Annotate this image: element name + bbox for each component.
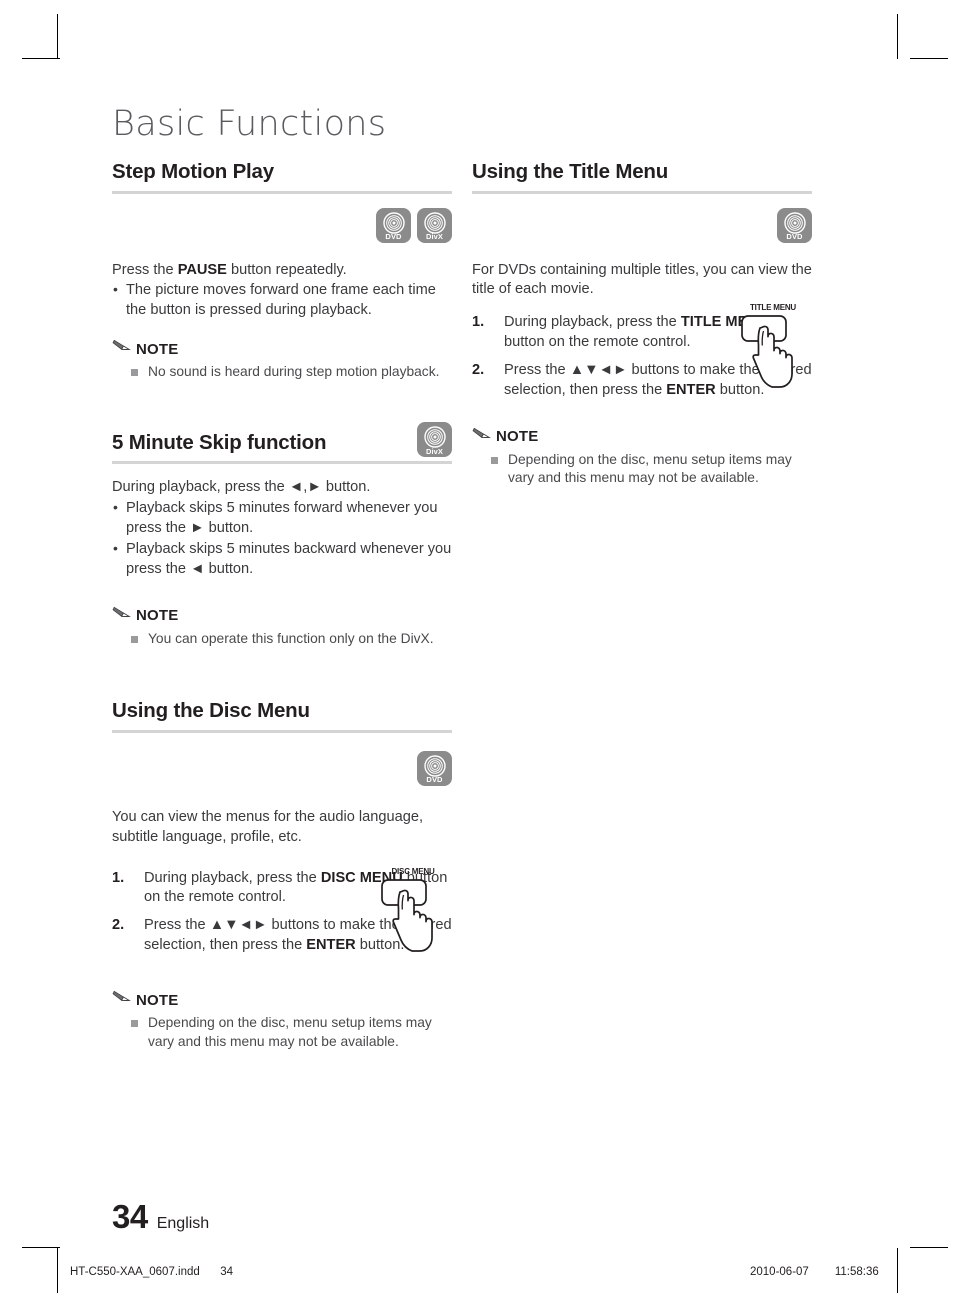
step-text-before: During playback, press the <box>504 314 681 331</box>
hand-icon <box>381 878 433 952</box>
note-label: NOTE <box>136 991 179 1009</box>
disc-badge-row: DivX <box>417 422 452 458</box>
step-bold-term: ENTER <box>306 937 356 954</box>
step-number: 1. <box>472 314 485 331</box>
section-lead-text: During playback, press the ◄,► button. <box>112 479 371 496</box>
remote-button-caption: TITLE MENU <box>750 303 796 313</box>
disc-badge-row: DVD DivX <box>112 207 452 243</box>
note-label: NOTE <box>136 607 179 625</box>
slug-filename: HT-C550-XAA_0607.indd <box>70 1266 200 1278</box>
section-title: Using the Title Menu <box>472 160 669 183</box>
section-using-title-menu: Using the Title Menu DVD For DVDs contai… <box>472 160 812 488</box>
note-header: NOTE <box>112 339 452 359</box>
note-block: NOTE No sound is heard during step motio… <box>112 339 452 382</box>
print-slug-left: HT-C550-XAA_0607.indd 34 <box>70 1266 233 1278</box>
note-item-list: Depending on the disc, menu setup items … <box>472 451 812 489</box>
remote-button-caption: DISC MENU <box>391 866 435 876</box>
disc-badge-label: DivX <box>425 232 444 242</box>
disc-badge-label: DivX <box>425 446 444 456</box>
note-item-list: You can operate this function only on th… <box>112 630 452 649</box>
section-heading-container: Using the Title Menu <box>472 160 812 194</box>
bullet-item: Playback skips 5 minutes backward whenev… <box>112 539 452 580</box>
slug-date: 2010-06-07 <box>750 1266 809 1278</box>
note-block: NOTE You can operate this function only … <box>112 606 452 649</box>
note-label: NOTE <box>496 428 539 446</box>
pencil-icon <box>472 427 491 447</box>
note-label: NOTE <box>136 340 179 358</box>
section-heading-container: 5 Minute Skip function DivX <box>112 422 452 465</box>
disc-badge-label: DVD <box>385 232 402 242</box>
pencil-icon <box>112 606 131 626</box>
section-title: Using the Disc Menu <box>112 699 310 723</box>
section-heading-container: Using the Disc Menu <box>112 699 452 733</box>
section-title: Step Motion Play <box>112 160 274 183</box>
page-folio: 34 English <box>112 1198 209 1236</box>
step-number: 1. <box>112 869 125 886</box>
left-column: Step Motion Play DVD DivX Press the PAUS… <box>112 160 452 1052</box>
section-title: 5 Minute Skip function <box>112 430 327 454</box>
disc-badge-divx: DivX <box>417 207 452 243</box>
hand-icon <box>741 315 793 389</box>
note-item: Depending on the disc, menu setup items … <box>112 1014 452 1052</box>
disc-badge-divx: DivX <box>417 422 452 458</box>
step-text-before: During playback, press the <box>144 869 321 886</box>
note-header: NOTE <box>112 606 452 626</box>
section-lead-text: You can view the menus for the audio lan… <box>112 808 424 845</box>
right-column: Using the Title Menu DVD For DVDs contai… <box>472 160 812 488</box>
note-item: You can operate this function only on th… <box>112 630 452 649</box>
note-header: NOTE <box>472 427 812 447</box>
section-lead-text: For DVDs containing multiple titles, you… <box>472 261 812 298</box>
bullet-item: Playback skips 5 minutes forward wheneve… <box>112 498 452 539</box>
note-item: No sound is heard during step motion pla… <box>112 363 452 382</box>
pencil-icon <box>112 990 131 1010</box>
step-number: 2. <box>472 361 485 378</box>
disc-badge-row: DVD <box>472 207 812 243</box>
note-item-list: No sound is heard during step motion pla… <box>112 363 452 382</box>
disc-badge-row: DVD <box>112 750 452 786</box>
manual-page: Basic Functions Step Motion Play DVD Div… <box>0 0 954 1307</box>
page-language: English <box>156 1215 210 1232</box>
hand-pressing-disc-menu-illustration: DISC MENU <box>377 867 449 959</box>
slug-page-number: 34 <box>220 1266 233 1278</box>
step-bold-term: ENTER <box>666 381 716 398</box>
note-header: NOTE <box>112 990 452 1010</box>
disc-badge-dvd: DVD <box>376 207 411 243</box>
disc-badge-label: DVD <box>426 775 443 785</box>
note-item-list: Depending on the disc, menu setup items … <box>112 1014 452 1052</box>
section-5-minute-skip: 5 Minute Skip function DivX During playb… <box>112 422 452 649</box>
disc-badge-dvd: DVD <box>417 750 452 786</box>
step-text-after: button on the remote control. <box>504 334 691 351</box>
lead-bold-term: PAUSE <box>177 261 227 278</box>
disc-badge-label: DVD <box>786 232 803 242</box>
pencil-icon <box>112 339 131 359</box>
bullet-item: The picture moves forward one frame each… <box>112 280 452 321</box>
hand-pressing-title-menu-illustration: TITLE MENU <box>737 303 809 395</box>
chapter-title: Basic Functions <box>112 104 387 144</box>
section-heading-container: Step Motion Play <box>112 160 452 194</box>
note-block: NOTE Depending on the disc, menu setup i… <box>112 990 452 1052</box>
print-slug-right: 2010-06-07 11:58:36 <box>750 1266 879 1278</box>
section-using-disc-menu: Using the Disc Menu DVD You can view the… <box>112 699 452 1051</box>
disc-badge-dvd: DVD <box>777 207 812 243</box>
bullet-list: Playback skips 5 minutes forward wheneve… <box>112 498 452 580</box>
page-number: 34 <box>112 1198 148 1235</box>
step-number: 2. <box>112 917 125 934</box>
note-block: NOTE Depending on the disc, menu setup i… <box>472 427 812 489</box>
note-item: Depending on the disc, menu setup items … <box>472 451 812 489</box>
slug-time: 11:58:36 <box>834 1266 879 1278</box>
section-lead-text: Press the PAUSE button repeatedly. <box>112 261 347 278</box>
section-step-motion-play: Step Motion Play DVD DivX Press the PAUS… <box>112 160 452 382</box>
bullet-list: The picture moves forward one frame each… <box>112 280 452 321</box>
